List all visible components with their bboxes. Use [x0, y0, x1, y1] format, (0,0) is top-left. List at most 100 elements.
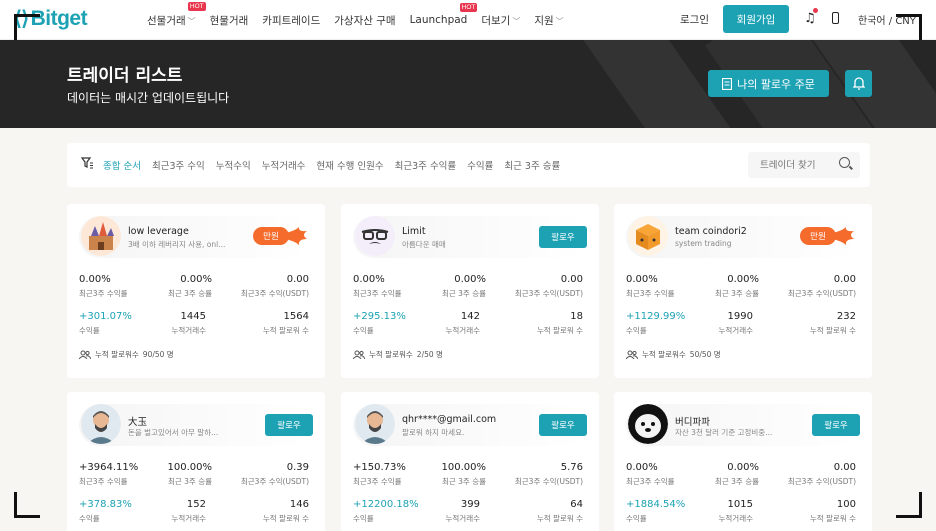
mobile-app-icon[interactable] [832, 12, 839, 24]
chevron-down-icon: ﹀ [187, 16, 196, 26]
page-title: 트레이더 리스트 [67, 66, 183, 86]
profit-3w-label: 최근3주 수익(USDT) [787, 289, 856, 298]
document-icon [722, 77, 733, 90]
trader-card[interactable]: qhr****@gmail.com 팔로워 하지 마세요. 팔로우 +150.73% 최… [341, 392, 599, 531]
follower-count-label: 누적 팔로워수 [95, 350, 139, 359]
trader-name[interactable]: qhr****@gmail.com [402, 414, 496, 425]
nav-item[interactable]: 더보기 ﹀ [481, 13, 520, 28]
follower-count: 누적 팔로워수 50/50 명 [626, 349, 721, 360]
trader-name[interactable]: team coindori2 [675, 226, 747, 237]
trader-search-input[interactable] [748, 152, 828, 178]
profit-3w-label: 최근3주 수익(USDT) [514, 477, 583, 486]
sort-tab[interactable]: 수익률 [467, 158, 493, 172]
followers-label: 누적 팔로워 수 [262, 326, 309, 335]
people-icon [626, 350, 638, 359]
nav-item-label: 카피트레이드 [262, 14, 321, 27]
trader-description: 자산 3천 달러 기준 고정비중... [675, 428, 773, 437]
full-badge: 만원 [253, 227, 289, 245]
nav-item[interactable]: Launchpad HOT [410, 3, 478, 26]
corner-bracket [896, 492, 922, 518]
page-subtitle: 데이터는 매시간 업데이트됩니다 [67, 91, 230, 105]
signup-button[interactable]: 회원가입 [723, 5, 789, 33]
people-icon [353, 350, 365, 359]
sort-tab[interactable]: 현재 수행 인원수 [316, 158, 383, 172]
nav-item[interactable]: 선물거래 ﹀ HOT [147, 1, 206, 28]
nav-item[interactable]: 카피트레이드 [262, 13, 320, 28]
search-icon[interactable] [839, 157, 850, 168]
trader-card[interactable]: Limit 아름다운 매매 팔로우 0.00% 최근3주 수익률 0.00% 최근 3주 승… [341, 204, 599, 378]
bell-icon[interactable] [845, 70, 872, 97]
sort-tab[interactable]: 최근3주 수익 [152, 158, 205, 172]
trader-card[interactable]: low leverage 3배 이하 레버리지 사용, onl... 만원 0.00%… [67, 204, 325, 378]
profit-3w-value: 0.00 [560, 274, 583, 285]
trader-name[interactable]: 버디파파 [675, 414, 710, 428]
follower-count-value: 2/50 명 [416, 350, 443, 359]
sort-tab[interactable]: 종합 순서 [103, 158, 141, 172]
nav-item-label: 지원 [534, 14, 554, 27]
followers-label: 누적 팔로워 수 [536, 514, 583, 523]
trader-description: 3배 이하 레버리지 사용, onl... [128, 240, 226, 249]
profit-3w-value: 0.00 [286, 274, 309, 285]
nav-item[interactable]: 지원 ﹀ [534, 13, 563, 28]
profit-3w-value: 0.00 [833, 274, 856, 285]
my-follow-orders-button[interactable]: 나의 팔로우 주문 [708, 70, 829, 97]
followers-label: 누적 팔로워 수 [809, 326, 856, 335]
trader-name[interactable]: Limit [402, 226, 426, 237]
trader-avatar [81, 216, 121, 256]
filter-icon[interactable] [80, 157, 94, 172]
trader-avatar [628, 404, 668, 444]
trader-search [748, 152, 860, 178]
followers-label: 누적 팔로워 수 [536, 326, 583, 335]
followers-value: 146 [289, 499, 309, 510]
trader-avatar [628, 216, 668, 256]
follow-button[interactable]: 팔로우 [539, 226, 587, 248]
sort-tab[interactable]: 누적거래수 [262, 158, 306, 172]
trader-card[interactable]: team coindori2 system trading 만원 0.00% 최근3주 … [614, 204, 872, 378]
followers-label: 누적 팔로워 수 [262, 514, 309, 523]
notification-bell-icon[interactable]: ♫ [804, 11, 816, 26]
trader-name[interactable]: 大玉 [128, 414, 147, 428]
sort-tab[interactable]: 누적수익 [216, 158, 251, 172]
nav-item-label: 선물거래 [147, 14, 186, 27]
hero-banner: 트레이더 리스트 데이터는 매시간 업데이트됩니다 나의 팔로우 주문 [0, 40, 936, 128]
sort-tab[interactable]: 최근 3주 승률 [504, 158, 560, 172]
follower-count: 누적 팔로워수 2/50 명 [353, 349, 443, 360]
trader-description: 돈을 벌고있어서 아무 말하... [128, 428, 219, 437]
corner-bracket [896, 14, 922, 40]
trader-card[interactable]: 버디파파 자산 3천 달러 기준 고정비중... 팔로우 0.00% 최근3주 수익률 0… [614, 392, 872, 531]
nav-item-label: 더보기 [481, 14, 511, 27]
trader-card[interactable]: 大玉 돈을 벌고있어서 아무 말하... 팔로우 +3964.11% 최근3주 수익률 1… [67, 392, 325, 531]
flame-icon [285, 227, 307, 245]
followers-value: 18 [570, 311, 583, 322]
trader-name[interactable]: low leverage [128, 226, 189, 237]
follow-button[interactable]: 팔로우 [265, 414, 313, 436]
login-link[interactable]: 로그인 [680, 12, 709, 27]
flame-icon [832, 227, 854, 245]
profit-3w-value: 5.76 [560, 462, 583, 473]
corner-bracket [14, 14, 40, 40]
profit-3w-label: 최근3주 수익(USDT) [240, 477, 309, 486]
filter-bar: 종합 순서 최근3주 수익 누적수익 누적거래수 현재 수행 인원수 최근3주 수익률 수익… [67, 143, 870, 187]
followers-value: 1564 [283, 311, 309, 322]
follower-count-label: 누적 팔로워수 [369, 350, 413, 359]
follower-count-label: 누적 팔로워수 [642, 350, 686, 359]
follow-button[interactable]: 팔로우 [812, 414, 860, 436]
nav-item[interactable]: 가상자산 구매 [334, 13, 395, 28]
nav-item-label: 현물거래 [209, 14, 249, 27]
sort-tab[interactable]: 최근3주 수익률 [395, 158, 457, 172]
nav-item[interactable]: 현물거래 [210, 13, 249, 28]
follow-button[interactable]: 팔로우 [539, 414, 587, 436]
trader-avatar [81, 404, 121, 444]
follower-count: 누적 팔로워수 90/50 명 [79, 349, 174, 360]
follower-count-value: 90/50 명 [142, 350, 174, 359]
nav-item-label: 가상자산 구매 [334, 14, 396, 27]
profit-3w-value: 0.00 [833, 462, 856, 473]
profit-3w-label: 최근3주 수익(USDT) [514, 289, 583, 298]
main-menu: 선물거래 ﹀ HOT 현물거래 카피트레이드 가상자산 구매 Launchpad HOT 더보기… [147, 0, 578, 40]
followers-value: 64 [570, 499, 583, 510]
chevron-down-icon: ﹀ [512, 16, 521, 26]
followers-value: 100 [836, 499, 856, 510]
follower-count-value: 50/50 명 [689, 350, 721, 359]
profit-3w-value: 0.39 [286, 462, 309, 473]
trader-description: system trading [675, 239, 732, 248]
